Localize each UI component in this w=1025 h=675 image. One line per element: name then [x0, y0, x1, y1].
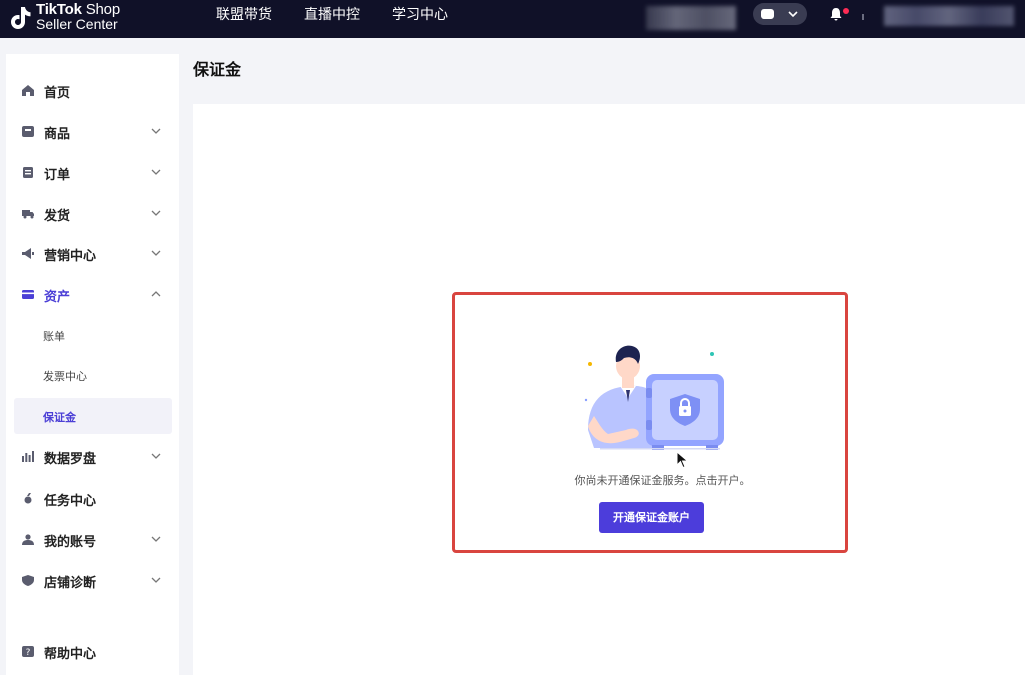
page-title: 保证金 — [193, 60, 242, 79]
sidebar-subitem-label: 发票中心 — [43, 370, 87, 383]
megaphone-icon — [22, 248, 34, 259]
redacted-shop-name — [646, 6, 736, 30]
chevron-down-icon — [151, 210, 161, 216]
chevron-up-icon — [151, 291, 161, 297]
chat-icon — [761, 9, 774, 19]
sidebar: 首页 商品 订单 发货 营销中心 资产 账单 发票中心 保证金 数据罗盘 任务中… — [6, 54, 179, 675]
sidebar-subitem-label: 账单 — [43, 330, 65, 343]
sidebar-item-label: 任务中心 — [44, 494, 97, 509]
sidebar-subitem-invoice-center[interactable]: 发票中心 — [14, 357, 172, 393]
chevron-down-icon — [151, 128, 161, 134]
sidebar-item-home[interactable]: 首页 — [6, 72, 179, 108]
tiktok-shop-logo[interactable]: TikTok Shop Seller Center — [6, 2, 146, 36]
tiktok-logo-icon — [11, 7, 31, 29]
open-deposit-account-button[interactable]: 开通保证金账户 — [599, 502, 704, 533]
sidebar-item-label: 资产 — [44, 290, 71, 305]
sidebar-item-my-account[interactable]: 我的账号 — [6, 521, 179, 557]
help-icon: ? — [22, 646, 34, 657]
sidebar-item-label: 订单 — [44, 168, 71, 183]
notification-dot — [843, 8, 849, 14]
sidebar-item-label: 发货 — [44, 209, 71, 224]
sidebar-item-label: 商品 — [44, 127, 71, 142]
chevron-down-icon — [151, 169, 161, 175]
chat-button[interactable] — [753, 3, 807, 25]
svg-text:?: ? — [26, 648, 31, 657]
empty-message-row: 你尚未开通保证金服务。点击开户。 — [0, 472, 1025, 488]
notification-bell[interactable] — [828, 6, 849, 22]
sidebar-item-label: 帮助中心 — [44, 647, 97, 662]
nav-learning-center[interactable]: 学习中心 — [392, 4, 448, 24]
sidebar-item-label: 营销中心 — [44, 249, 97, 264]
order-icon — [23, 167, 33, 178]
sidebar-item-label: 首页 — [44, 86, 71, 101]
sidebar-item-data-compass[interactable]: 数据罗盘 — [6, 438, 179, 474]
bar-chart-icon — [22, 451, 34, 462]
user-icon — [22, 534, 34, 545]
sidebar-item-assets[interactable]: 资产 — [6, 276, 179, 312]
safe-illustration — [584, 345, 724, 450]
sidebar-item-shop-diagnosis[interactable]: 店铺诊断 — [6, 562, 179, 598]
home-icon — [22, 85, 34, 96]
medal-icon — [24, 493, 32, 504]
sidebar-item-marketing[interactable]: 营销中心 — [6, 235, 179, 271]
sidebar-item-help-center[interactable]: ? 帮助中心 — [6, 633, 179, 669]
divider — [862, 14, 864, 20]
sidebar-item-orders[interactable]: 订单 — [6, 154, 179, 190]
chevron-down-icon — [151, 577, 161, 583]
brand-subtitle: Seller Center — [36, 16, 118, 32]
nav-live-console[interactable]: 直播中控 — [304, 4, 360, 24]
sidebar-item-shipping[interactable]: 发货 — [6, 195, 179, 231]
sidebar-item-label: 数据罗盘 — [44, 452, 97, 467]
sidebar-item-label: 我的账号 — [44, 535, 97, 550]
chevron-down-icon — [788, 11, 798, 18]
top-bar: TikTok Shop Seller Center 联盟带货 直播中控 学习中心 — [0, 0, 1025, 38]
sidebar-item-products[interactable]: 商品 — [6, 113, 179, 149]
empty-state-message: 你尚未开通保证金服务。点击开户。 — [574, 474, 751, 487]
redacted-account-info[interactable] — [884, 6, 1014, 26]
product-icon — [22, 126, 34, 137]
wallet-icon — [22, 290, 34, 299]
chevron-down-icon — [151, 536, 161, 542]
sidebar-item-label: 店铺诊断 — [44, 576, 97, 591]
sidebar-subitem-deposit[interactable]: 保证金 — [14, 398, 172, 434]
shield-icon — [22, 575, 34, 586]
truck-icon — [22, 210, 34, 219]
sidebar-subitem-label: 保证金 — [43, 411, 76, 424]
nav-affiliate[interactable]: 联盟带货 — [216, 4, 272, 24]
chevron-down-icon — [151, 250, 161, 256]
chevron-down-icon — [151, 453, 161, 459]
bell-icon — [830, 8, 842, 21]
mouse-cursor-icon — [676, 451, 689, 469]
sidebar-subitem-bills[interactable]: 账单 — [14, 317, 172, 353]
